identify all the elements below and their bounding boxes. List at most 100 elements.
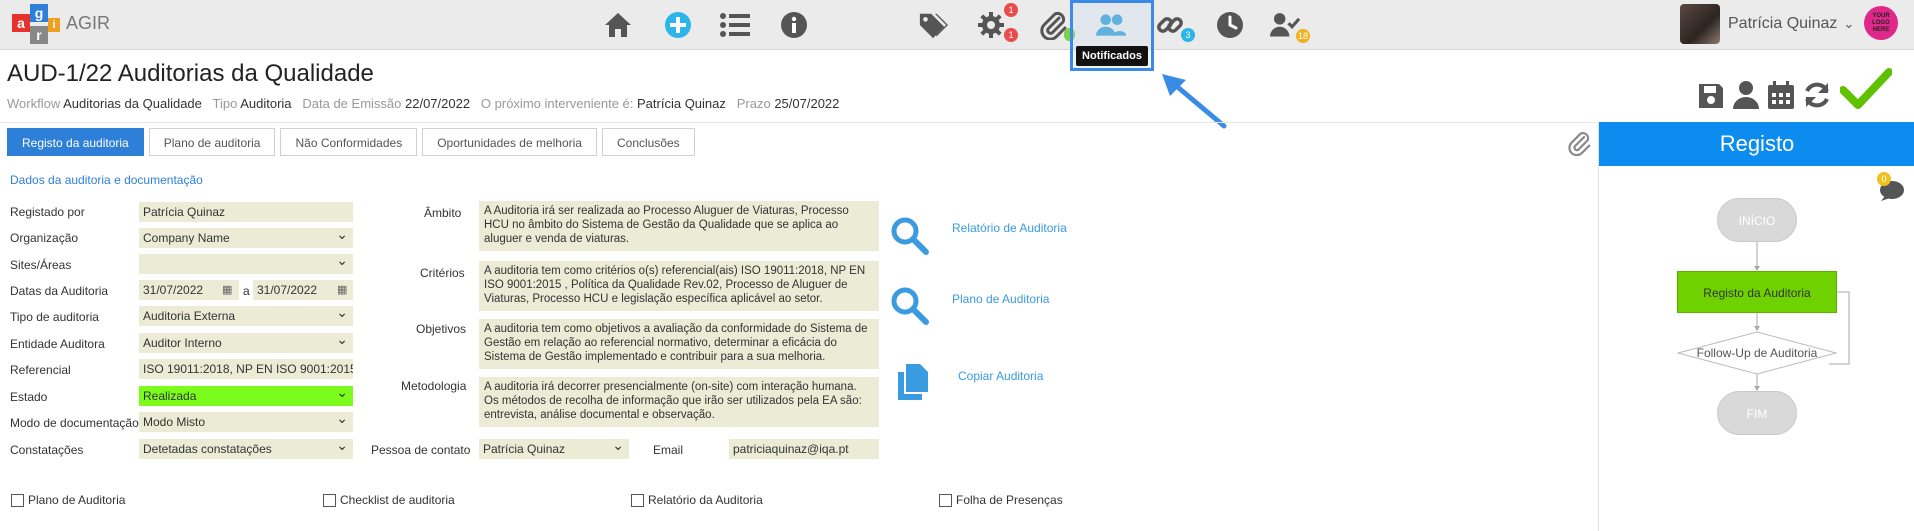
page-title: AUD-1/22 Auditorias da Qualidade (7, 60, 374, 87)
workflow-panel: Registo 0 INÍCIO Registo da Auditoria Fo… (1598, 122, 1914, 531)
checkbox-label: Folha de Presenças (956, 493, 1063, 507)
label-ambito: Âmbito (424, 206, 462, 220)
save-icon[interactable] (1697, 82, 1725, 115)
calendar-icon[interactable]: ▦ (222, 283, 232, 296)
tag-icon[interactable] (918, 10, 948, 40)
label-datas-auditoria: Datas da Auditoria (10, 284, 109, 298)
gear-icon[interactable] (976, 10, 1006, 40)
label-pessoa-contato: Pessoa de contato (371, 443, 471, 457)
checkbox-box[interactable] (11, 493, 24, 507)
ambito-textarea[interactable]: A Auditoria irá ser realizada ao Process… (479, 201, 879, 251)
label-objetivos: Objetivos (416, 322, 467, 336)
label-metodologia: Metodologia (401, 379, 467, 393)
registado-por-field[interactable]: Patrícia Quinaz (139, 202, 353, 222)
attachment-icon[interactable] (1567, 130, 1591, 161)
tab-oportunidades-de-melhoria[interactable]: Oportunidades de melhoria (422, 128, 597, 156)
meta-label-tipo: Tipo (212, 96, 238, 111)
meta-label-next: O próximo interveniente é: (480, 96, 634, 111)
workflow-node-inicio[interactable]: INÍCIO (1717, 198, 1797, 242)
search-icon[interactable] (890, 216, 930, 261)
logo-letter-r: r (30, 26, 48, 44)
user-assign-icon[interactable] (1732, 80, 1760, 115)
email-field[interactable]: patriciaquinaz@iqa.pt (729, 439, 879, 459)
tab-nao-conformidades[interactable]: Não Conformidades (280, 128, 418, 156)
criterios-textarea[interactable]: A auditoria tem como critérios o(s) refe… (479, 261, 879, 311)
meta-label-workflow: Workflow (7, 96, 61, 111)
tab-registo-da-auditoria[interactable]: Registo da auditoria (7, 128, 144, 156)
calendar-icon[interactable]: ▦ (337, 283, 347, 296)
meta-value-tipo: Auditoria (240, 96, 292, 111)
label-entidade-auditora: Entidade Auditora (10, 337, 105, 351)
tipo-auditoria-select[interactable]: Auditoria Externa (139, 306, 353, 326)
gear-badge-top: 1 (1004, 3, 1018, 17)
copy-icon[interactable] (896, 362, 930, 407)
checkbox-checklist-auditoria[interactable]: Checklist de auditoria (323, 493, 455, 507)
avatar (1680, 4, 1720, 44)
date-separator: a (243, 284, 250, 298)
page-meta: Workflow Auditorias da Qualidade Tipo Au… (7, 96, 839, 111)
app-name: AGIR (66, 13, 111, 33)
label-sites-areas: Sites/Áreas (10, 258, 72, 272)
list-icon[interactable] (720, 10, 750, 40)
confirm-check-icon[interactable] (1839, 68, 1893, 115)
user-menu[interactable]: Patrícia Quinaz ⌄ (1680, 4, 1854, 44)
section-title: Dados da auditoria e documentação (10, 173, 203, 187)
workflow-node-registo[interactable]: Registo da Auditoria (1677, 271, 1837, 313)
logo-letter-i: i (48, 18, 60, 32)
link-badge: 3 (1181, 28, 1195, 42)
tab-conclusoes[interactable]: Conclusões (601, 128, 695, 156)
checkbox-label: Plano de Auditoria (28, 493, 126, 507)
constatacoes-select[interactable]: Detetadas constatações (139, 439, 353, 459)
meta-value-prazo: 25/07/2022 (774, 96, 840, 111)
pessoa-contato-select[interactable]: Patrícia Quinaz (479, 439, 629, 459)
meta-value-next: Patrícia Quinaz (637, 96, 726, 111)
label-registado-por: Registado por (10, 205, 85, 219)
modo-documentacao-select[interactable]: Modo Misto (139, 412, 353, 432)
meta-value-workflow: Auditorias da Qualidade (63, 96, 202, 111)
entidade-auditora-select[interactable]: Auditor Interno (139, 333, 353, 353)
gear-badge-bottom: 1 (1004, 28, 1018, 42)
checkbox-plano-auditoria[interactable]: Plano de Auditoria (11, 493, 125, 507)
meta-value-data: 22/07/2022 (405, 96, 471, 111)
metodologia-textarea[interactable]: A auditoria irá decorrer presencialmente… (479, 377, 879, 427)
meta-label-prazo: Prazo (736, 96, 771, 111)
home-icon[interactable] (603, 10, 633, 40)
meta-label-data: Data de Emissão (302, 96, 402, 111)
sites-areas-select[interactable] (139, 254, 353, 274)
plano-auditoria-link[interactable]: Plano de Auditoria (952, 292, 1049, 306)
clock-icon[interactable] (1215, 10, 1245, 40)
label-referencial: Referencial (10, 363, 71, 377)
search-icon[interactable] (890, 286, 930, 331)
organizacao-select[interactable]: Company Name (139, 228, 353, 248)
user-name: Patrícia Quinaz (1728, 15, 1838, 32)
logo-letter-a: a (12, 14, 30, 32)
info-icon[interactable] (779, 10, 809, 40)
logo-letter-g: g (30, 4, 48, 22)
workflow-node-follow-up[interactable]: Follow-Up de Auditoria (1677, 331, 1837, 375)
label-estado: Estado (10, 390, 48, 404)
label-organizacao: Organização (10, 231, 79, 245)
user-check-badge: 18 (1296, 29, 1310, 43)
checkbox-relatorio-auditoria[interactable]: Relatório da Auditoria (631, 493, 763, 507)
checkbox-folha-presencas[interactable]: Folha de Presenças (939, 493, 1063, 507)
estado-select[interactable]: Realizada (139, 386, 353, 406)
calendar-icon[interactable] (1767, 80, 1795, 115)
checkbox-box[interactable] (939, 493, 952, 507)
workflow-node-fim[interactable]: FIM (1717, 391, 1797, 435)
referencial-field[interactable]: ISO 19011:2018, NP EN ISO 9001:2015 (139, 359, 353, 379)
objetivos-textarea[interactable]: A auditoria tem como objetivos a avaliaç… (479, 319, 879, 369)
label-email: Email (653, 443, 684, 457)
checkbox-box[interactable] (631, 493, 644, 507)
copiar-auditoria-link[interactable]: Copiar Auditoria (958, 369, 1043, 383)
tab-bar: Registo da auditoria Plano de auditoria … (7, 128, 700, 156)
label-constatacoes: Constatações (10, 443, 84, 457)
refresh-icon[interactable] (1802, 80, 1832, 115)
add-icon[interactable] (663, 10, 693, 40)
app-logo[interactable]: a g r i (12, 4, 60, 44)
checkbox-box[interactable] (323, 493, 336, 507)
company-logo: YOUR LOGO HERE (1864, 6, 1898, 40)
label-tipo-auditoria: Tipo de auditoria (10, 310, 99, 324)
tab-plano-de-auditoria[interactable]: Plano de auditoria (148, 128, 276, 156)
checkbox-label: Relatório da Auditoria (648, 493, 763, 507)
relatorio-auditoria-link[interactable]: Relatório de Auditoria (952, 221, 1067, 235)
